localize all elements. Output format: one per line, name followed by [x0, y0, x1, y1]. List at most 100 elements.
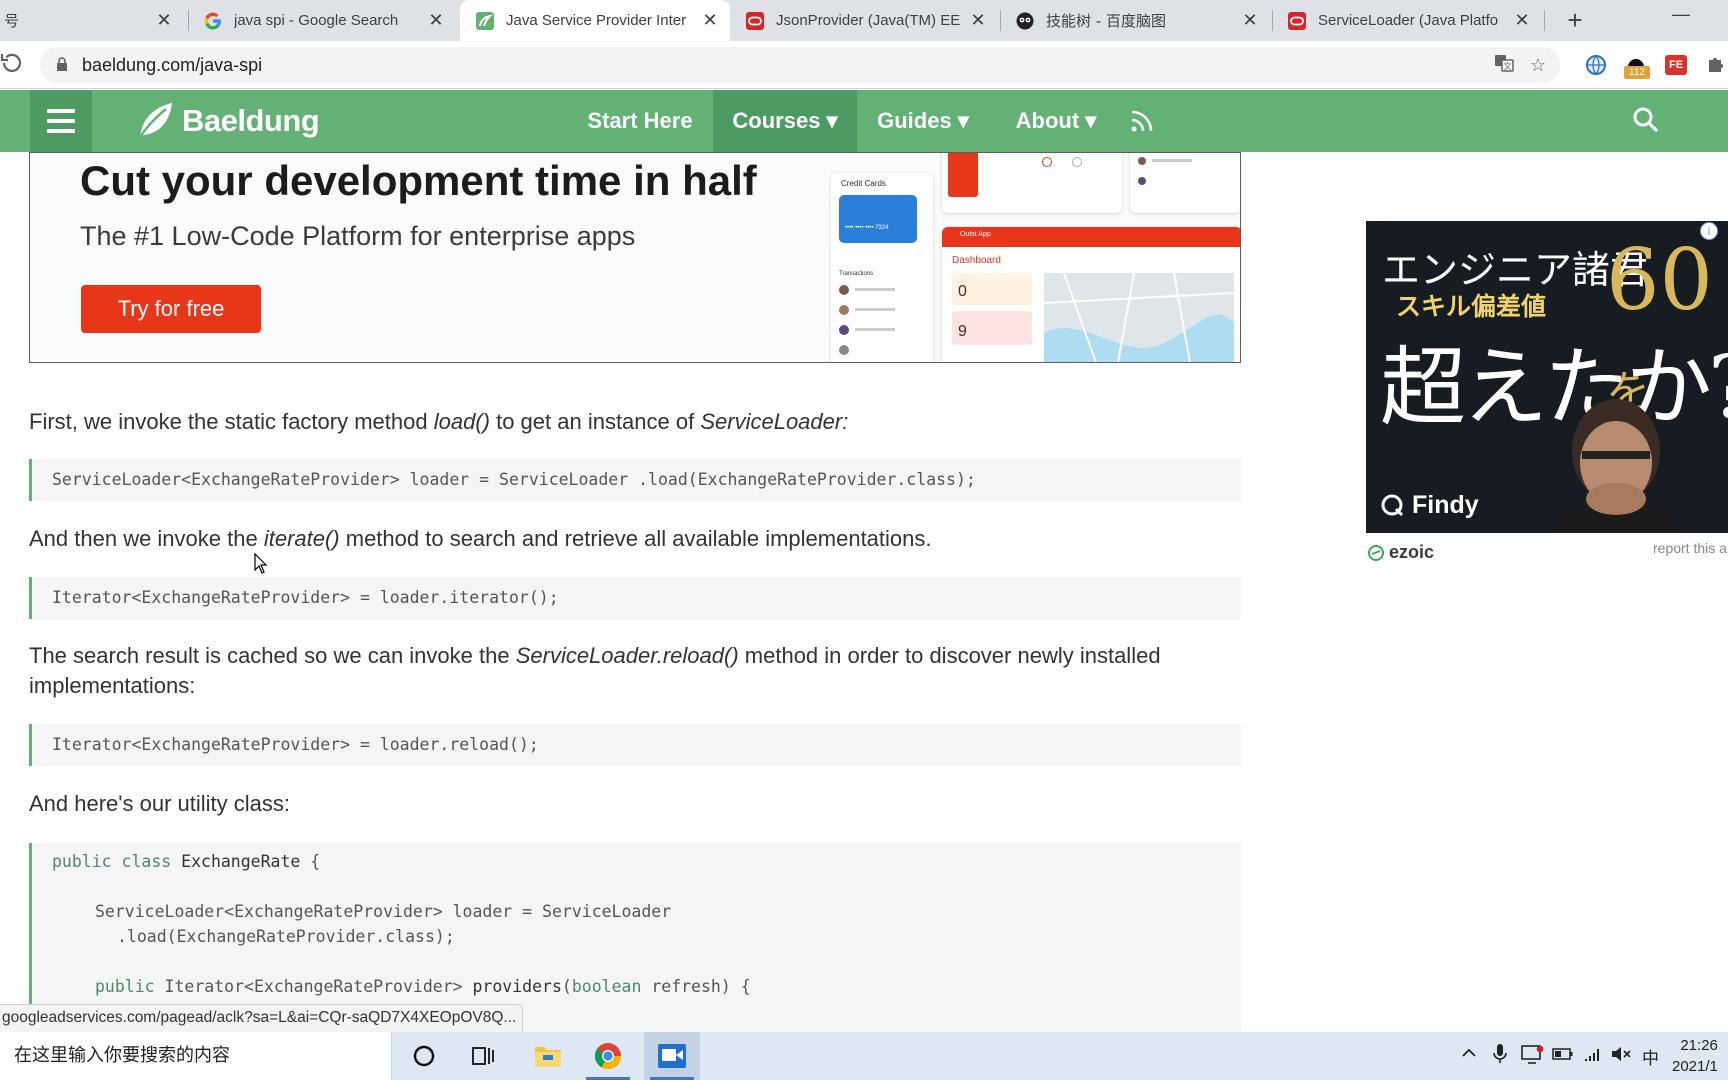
code-text: ( — [561, 977, 572, 996]
findy-icon — [1381, 494, 1404, 516]
code-block-2[interactable]: Iterator<ExchangeRateProvider> = loader.… — [29, 577, 1241, 619]
tab-title: 技能树 - 百度脑图 — [1046, 12, 1166, 30]
text: First, we invoke the static factory meth… — [29, 409, 434, 434]
nav-start-here[interactable]: Start Here — [567, 90, 713, 152]
display-icon[interactable] — [1520, 1043, 1544, 1070]
report-ad-link[interactable]: report this a — [1653, 540, 1727, 556]
code-keyword: public class — [52, 852, 182, 871]
new-tab-button[interactable]: + — [1560, 5, 1590, 35]
text: And then we invoke the — [29, 526, 264, 551]
banner-headline: Cut your development time in half — [80, 157, 757, 204]
ezoic-label: ezoic — [1389, 542, 1435, 562]
paragraph-3: The search result is cached so we can in… — [29, 641, 1259, 701]
tab-jsonprovider[interactable]: JsonProvider (Java(TM) EE ✕ — [730, 0, 998, 41]
banner-subline: The #1 Low-Code Platform for enterprise … — [80, 221, 636, 251]
file-explorer-icon[interactable] — [520, 1032, 576, 1080]
ad-banner[interactable]: Cut your development time in half The #1… — [29, 152, 1241, 363]
mock-list-panel — [1130, 153, 1240, 213]
mock-transactions-title: Transactions — [839, 271, 874, 277]
ezoic-logo[interactable]: ezoic — [1368, 542, 1434, 563]
findy-logo: Findy — [1380, 491, 1479, 520]
extension-globe-icon[interactable] — [1584, 53, 1608, 77]
tray-chevron-icon[interactable] — [1460, 1044, 1478, 1067]
paragraph-4: And here's our utility class: — [29, 791, 290, 816]
ime-indicator[interactable]: 中 — [1642, 1044, 1659, 1069]
close-icon[interactable]: ✕ — [968, 10, 988, 30]
tab-separator — [1544, 10, 1545, 31]
nav-courses[interactable]: Courses ▾ — [713, 90, 857, 152]
side-ad[interactable]: エンジニア諸君 スキル偏差値 60を 超えたか? Findy — [1366, 221, 1728, 533]
code-keyword: boolean — [571, 977, 642, 996]
tab-google[interactable]: java spi - Google Search ✕ — [188, 0, 456, 41]
nav-about[interactable]: About ▾ — [996, 90, 1116, 152]
nav-guides[interactable]: Guides ▾ — [862, 90, 984, 152]
code-line: ServiceLoader<ExchangeRateProvider> load… — [95, 902, 672, 921]
paragraph-1: First, we invoke the static factory meth… — [29, 407, 848, 437]
mock-map — [1043, 272, 1235, 362]
search-icon[interactable] — [1632, 106, 1660, 134]
wifi-icon[interactable] — [1582, 1044, 1604, 1069]
rss-icon[interactable] — [1128, 107, 1156, 135]
text: method to search and retrieve all availa… — [339, 526, 932, 551]
volume-muted-icon[interactable] — [1610, 1044, 1632, 1069]
extension-fe-icon[interactable]: FE — [1664, 53, 1688, 77]
taskbar-clock[interactable]: 21:26 2021/1 — [1672, 1035, 1718, 1077]
text: to get an instance of — [489, 409, 701, 434]
browser-toolbar: baeldung.com/java-spi 文 ☆ 112 FE — [0, 41, 1728, 89]
reload-icon[interactable] — [0, 51, 24, 75]
try-for-free-button[interactable]: Try for free — [81, 285, 261, 333]
clock-time: 21:26 — [1680, 1037, 1718, 1054]
code-ref: ServiceLoader.reload() — [515, 643, 739, 668]
menu-icon[interactable] — [30, 90, 92, 152]
cortana-icon[interactable] — [396, 1032, 452, 1080]
extension-badge-icon[interactable]: 112 — [1624, 53, 1650, 79]
mock-dashboard-panel: Outst App Dashboard 0 9 — [942, 227, 1240, 362]
text: method in order to discover newly instal… — [738, 643, 1161, 668]
extension-fe-label: FE — [1665, 55, 1687, 75]
code-line: ServiceLoader<ExchangeRateProvider> load… — [52, 470, 976, 489]
tab-serviceloader[interactable]: ServiceLoader (Java Platfo ✕ — [1272, 0, 1542, 41]
leaf-icon — [138, 103, 172, 138]
chrome-icon[interactable] — [580, 1032, 636, 1080]
mock-app-title: Outst App — [960, 231, 991, 238]
minimize-button[interactable]: — — [1672, 4, 1692, 24]
microphone-icon[interactable] — [1492, 1043, 1508, 1070]
code-ref: load() — [433, 409, 490, 434]
address-bar[interactable]: baeldung.com/java-spi 文 ☆ — [40, 47, 1560, 83]
url-text[interactable]: baeldung.com/java-spi — [82, 55, 262, 76]
star-icon[interactable]: ☆ — [1526, 53, 1550, 77]
code-line: Iterator<ExchangeRateProvider> = loader.… — [52, 588, 559, 607]
close-icon[interactable]: ✕ — [700, 10, 720, 30]
tab-baeldung[interactable]: Java Service Provider Inter ✕ — [460, 0, 730, 41]
text: implementations: — [29, 673, 196, 698]
extensions-puzzle-icon[interactable] — [1704, 53, 1728, 77]
ad-info-icon[interactable]: i — [1700, 222, 1718, 240]
ezoic-icon — [1368, 544, 1384, 561]
site-logo[interactable]: Baeldung — [134, 98, 320, 144]
code-keyword: public — [95, 977, 165, 996]
code-text: Iterator<ExchangeRateProvider> — [164, 977, 473, 996]
tab-partial[interactable]: 号 ✕ — [0, 0, 184, 41]
mock-dashboard-title: Dashboard — [952, 255, 1001, 266]
lock-icon[interactable] — [56, 57, 68, 71]
status-url: googleadservices.com/pagead/aclk?sa=L&ai… — [0, 1004, 524, 1032]
close-icon[interactable]: ✕ — [1512, 10, 1532, 30]
clock-date: 2021/1 — [1672, 1058, 1718, 1075]
tab-naotu[interactable]: 技能树 - 百度脑图 ✕ — [1000, 0, 1270, 41]
mock-card: •••• •••• •••• 7324 — [839, 195, 917, 243]
taskbar-search-input[interactable]: 在这里输入你要搜索的内容 — [0, 1032, 392, 1080]
close-icon[interactable]: ✕ — [154, 10, 174, 30]
code-line: .load(ExchangeRateProvider.class); — [117, 927, 455, 946]
code-block-1[interactable]: ServiceLoader<ExchangeRateProvider> load… — [29, 459, 1241, 501]
tab-title: ServiceLoader (Java Platfo — [1318, 12, 1499, 29]
screen: 号 ✕ java spi - Google Search ✕ Java Serv… — [0, 0, 1728, 1080]
translate-icon[interactable]: 文 — [1492, 53, 1516, 77]
task-view-icon[interactable] — [456, 1032, 512, 1080]
close-icon[interactable]: ✕ — [1240, 10, 1260, 30]
battery-icon[interactable] — [1552, 1045, 1574, 1068]
screen-recorder-icon[interactable] — [644, 1032, 700, 1080]
code-block-3[interactable]: Iterator<ExchangeRateProvider> = loader.… — [29, 724, 1241, 766]
close-icon[interactable]: ✕ — [426, 10, 446, 30]
oracle-icon — [746, 11, 764, 30]
ad-number-value: 60 — [1606, 231, 1713, 329]
